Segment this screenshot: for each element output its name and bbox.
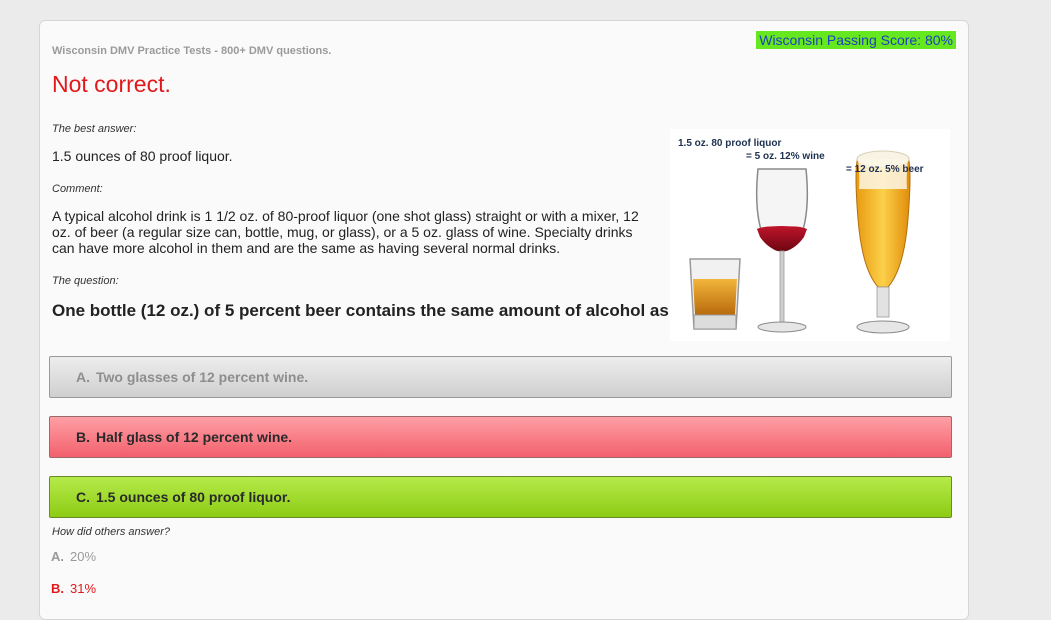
question-label: The question: xyxy=(52,275,119,287)
wine-label: = 5 oz. 12% wine xyxy=(746,151,825,162)
question-text: One bottle (12 oz.) of 5 percent beer co… xyxy=(52,301,675,320)
stat-answer-a: A. 20% xyxy=(51,549,96,564)
others-answer-label: How did others answer? xyxy=(52,526,171,538)
beer-glass-icon xyxy=(855,150,911,334)
shot-glass-icon xyxy=(689,258,741,330)
comment-text: A typical alcohol drink is 1 1/2 oz. of … xyxy=(52,208,639,256)
answer-letter: B. xyxy=(76,429,90,445)
answer-letter: A. xyxy=(76,369,90,385)
stat-value: 31% xyxy=(70,581,97,596)
wine-glass-icon xyxy=(755,168,809,333)
result-card: Wisconsin DMV Practice Tests - 800+ DMV … xyxy=(39,20,969,620)
best-answer-text: 1.5 ounces of 80 proof liquor. xyxy=(52,148,233,164)
answer-option-a[interactable]: A. Two glasses of 12 percent wine. xyxy=(49,356,952,398)
stat-value: 20% xyxy=(70,549,97,564)
stat-letter: A. xyxy=(51,549,64,564)
result-title: Not correct. xyxy=(52,71,171,97)
answer-option-c[interactable]: C. 1.5 ounces of 80 proof liquor. xyxy=(49,476,952,518)
answer-letter: C. xyxy=(76,489,90,505)
passing-score-badge: Wisconsin Passing Score: 80% xyxy=(756,31,956,49)
answer-text: Two glasses of 12 percent wine. xyxy=(96,369,309,385)
comment-label: Comment: xyxy=(52,183,103,195)
best-answer-label: The best answer: xyxy=(52,123,137,135)
answer-text: 1.5 ounces of 80 proof liquor. xyxy=(96,489,291,505)
answer-text: Half glass of 12 percent wine. xyxy=(96,429,293,445)
site-title: Wisconsin DMV Practice Tests - 800+ DMV … xyxy=(52,45,332,57)
drink-equivalence-image: 1.5 oz. 80 proof liquor = 5 oz. 12% wine… xyxy=(670,129,950,341)
answer-option-b[interactable]: B. Half glass of 12 percent wine. xyxy=(49,416,952,458)
beer-label: = 12 oz. 5% beer xyxy=(846,164,924,175)
stat-answer-b: B. 31% xyxy=(51,581,96,596)
liquor-label: 1.5 oz. 80 proof liquor xyxy=(678,138,782,149)
stat-letter: B. xyxy=(51,581,64,596)
